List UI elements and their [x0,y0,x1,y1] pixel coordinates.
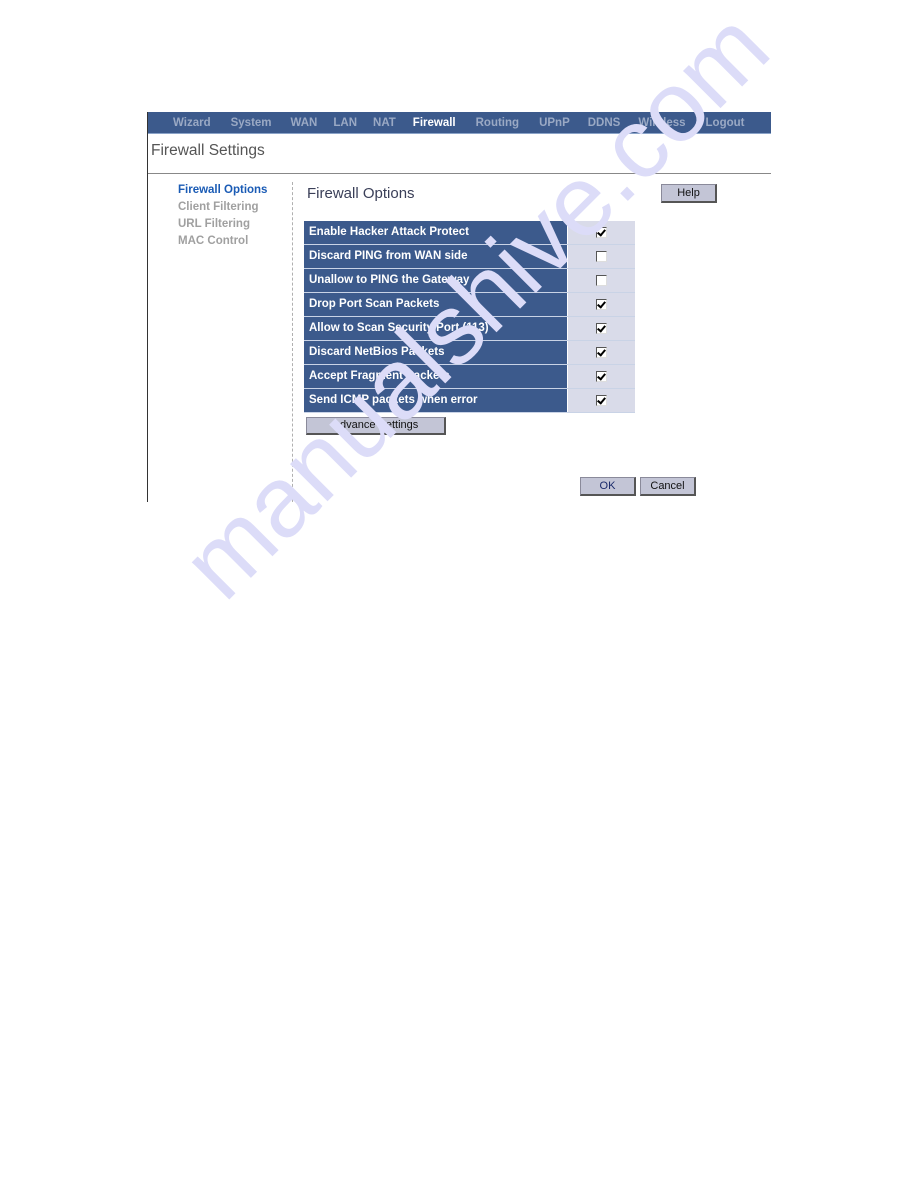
sidebar-item-mac-control[interactable]: MAC Control [178,235,267,252]
option-checkbox-cell [568,389,635,412]
option-row: Drop Port Scan Packets [304,293,635,317]
nav-lan[interactable]: LAN [333,117,357,129]
nav-logout[interactable]: Logout [706,117,745,129]
nav-upnp[interactable]: UPnP [539,117,570,129]
option-row: Discard NetBios Packets [304,341,635,365]
allow-scan-security-port-checkbox[interactable] [596,323,607,334]
title-divider [148,173,771,174]
page-title: Firewall Settings [151,142,265,159]
sidebar-item-firewall-options[interactable]: Firewall Options [178,184,267,201]
nav-nat[interactable]: NAT [373,117,396,129]
nav-wireless[interactable]: Wireless [638,117,685,129]
option-label: Discard PING from WAN side [304,245,568,268]
option-checkbox-cell [568,317,635,340]
option-row: Allow to Scan Security Port (113) [304,317,635,341]
sidebar-item-url-filtering[interactable]: URL Filtering [178,218,267,235]
nav-system[interactable]: System [231,117,272,129]
top-navigation: Wizard System WAN LAN NAT Firewall Routi… [148,112,771,134]
option-row: Unallow to PING the Gateway [304,269,635,293]
advance-settings-button[interactable]: Advance Settings [306,417,446,435]
option-label: Send ICMP packets when error [304,389,568,412]
option-label: Allow to Scan Security Port (113) [304,317,568,340]
sidebar: Firewall Options Client Filtering URL Fi… [178,184,267,252]
option-label: Enable Hacker Attack Protect [304,221,568,244]
frame-left-border [147,112,148,502]
cancel-button[interactable]: Cancel [640,477,696,496]
section-title: Firewall Options [307,185,415,202]
option-label: Discard NetBios Packets [304,341,568,364]
option-row: Accept Fragment Packets [304,365,635,389]
help-button[interactable]: Help [661,184,717,203]
enable-hacker-attack-protect-checkbox[interactable] [596,227,607,238]
option-checkbox-cell [568,269,635,292]
accept-fragment-checkbox[interactable] [596,371,607,382]
nav-ddns[interactable]: DDNS [588,117,621,129]
discard-ping-wan-checkbox[interactable] [596,251,607,262]
option-row: Send ICMP packets when error [304,389,635,413]
discard-netbios-checkbox[interactable] [596,347,607,358]
sidebar-item-client-filtering[interactable]: Client Filtering [178,201,267,218]
firewall-options-table: Enable Hacker Attack Protect Discard PIN… [304,221,635,413]
option-row: Discard PING from WAN side [304,245,635,269]
drop-port-scan-checkbox[interactable] [596,299,607,310]
unallow-ping-gateway-checkbox[interactable] [596,275,607,286]
nav-wan[interactable]: WAN [291,117,318,129]
nav-wizard[interactable]: Wizard [173,117,211,129]
send-icmp-checkbox[interactable] [596,395,607,406]
option-checkbox-cell [568,245,635,268]
option-checkbox-cell [568,365,635,388]
option-checkbox-cell [568,293,635,316]
sidebar-divider [292,182,293,502]
option-checkbox-cell [568,221,635,244]
option-label: Drop Port Scan Packets [304,293,568,316]
ok-button[interactable]: OK [580,477,636,496]
nav-routing[interactable]: Routing [476,117,519,129]
option-label: Accept Fragment Packets [304,365,568,388]
option-row: Enable Hacker Attack Protect [304,221,635,245]
option-label: Unallow to PING the Gateway [304,269,568,292]
nav-firewall[interactable]: Firewall [413,117,456,129]
option-checkbox-cell [568,341,635,364]
